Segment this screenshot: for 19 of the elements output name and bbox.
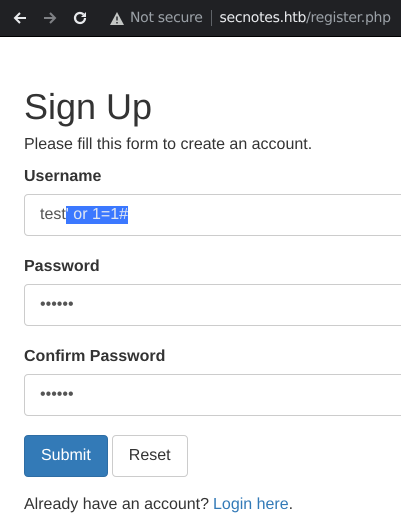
reset-button[interactable]: Reset [112,435,188,477]
input-field[interactable]: test' or 1=1# [24,194,401,236]
back-icon[interactable] [12,10,28,26]
intro-text: Please fill this form to create an account. [24,135,314,155]
submit-button[interactable]: Submit [24,435,108,477]
input-field[interactable]: •••••• [24,284,401,326]
period-text: . [288,496,294,513]
field-label: Password [24,257,101,277]
url-text: secnotes.htb/register.php [220,10,391,26]
field-label: Username [24,167,102,187]
security-label: Not secure [130,10,203,26]
footer-text: Already have an account? [24,496,210,513]
reload-icon[interactable] [72,10,88,26]
login-link[interactable]: Login here [213,496,289,513]
warning-icon [110,12,124,24]
forward-icon[interactable] [42,10,58,26]
input-field[interactable]: •••••• [24,374,401,416]
field-label: Confirm Password [24,347,166,367]
page-title: Sign Up [24,87,154,127]
